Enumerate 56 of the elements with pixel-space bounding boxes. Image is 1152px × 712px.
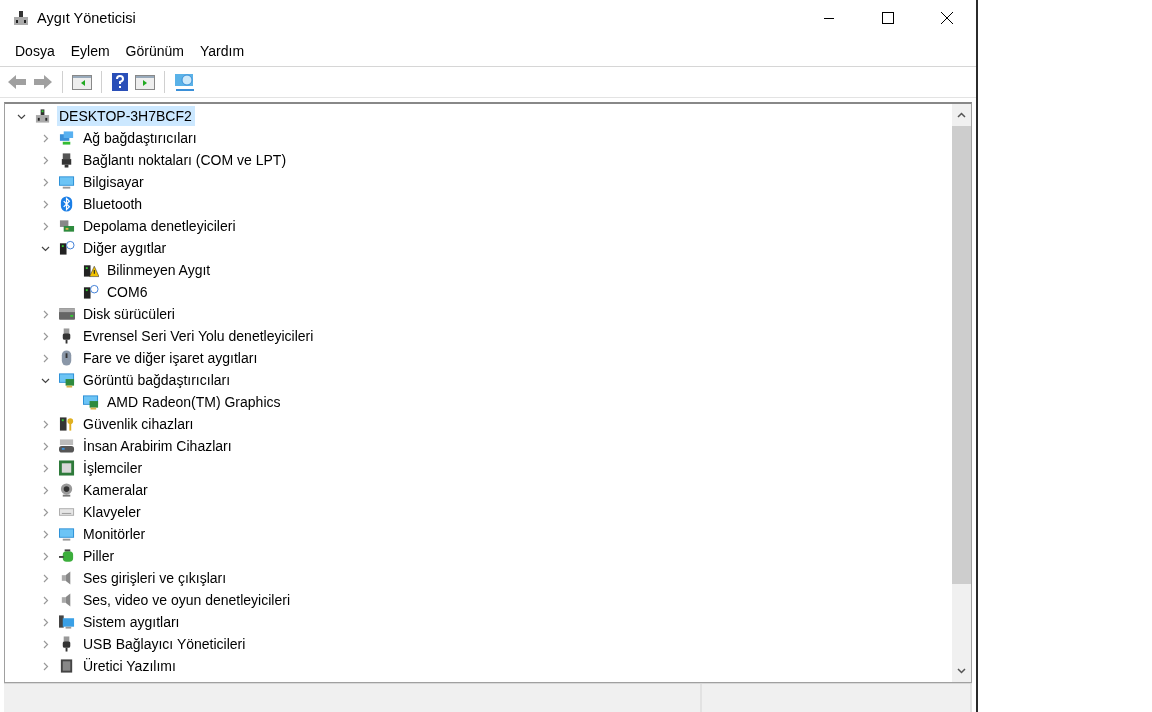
close-icon	[940, 12, 953, 24]
tree-item[interactable]: Diğer aygıtlar	[81, 238, 170, 258]
display-adapter-icon	[83, 394, 99, 410]
tree-item[interactable]: Monitörler	[81, 524, 149, 544]
battery-plug-icon	[59, 548, 75, 564]
app-icon	[13, 10, 29, 26]
vertical-scrollbar[interactable]	[952, 104, 971, 682]
chip-icon	[59, 460, 75, 476]
tree-item[interactable]: DESKTOP-3H7BCF2	[57, 106, 195, 126]
bluetooth-icon	[59, 196, 75, 212]
maximize-icon	[881, 12, 894, 24]
tree-item[interactable]: Bilinmeyen Aygıt	[105, 260, 214, 280]
tree-item[interactable]: Kameralar	[81, 480, 151, 500]
tree-item[interactable]: İnsan Arabirim Cihazları	[81, 436, 235, 456]
monitor-icon	[59, 174, 75, 190]
scroll-down-icon[interactable]	[957, 668, 966, 674]
menu-item[interactable]: Görünüm	[117, 43, 192, 59]
tree-item[interactable]: COM6	[105, 282, 151, 302]
tree-item[interactable]: AMD Radeon(TM) Graphics	[105, 392, 284, 412]
tree-item[interactable]: Disk sürücüleri	[81, 304, 178, 324]
tree-item[interactable]: Piller	[81, 546, 118, 566]
menu-item[interactable]: Dosya	[7, 43, 63, 59]
scroll-up-icon[interactable]	[957, 112, 966, 118]
tree-item[interactable]: Güvenlik cihazları	[81, 414, 197, 434]
tree-item[interactable]: Bağlantı noktaları (COM ve LPT)	[81, 150, 290, 170]
chip-icon	[59, 658, 75, 674]
device-question-icon	[83, 284, 99, 300]
tree-item[interactable]: Bluetooth	[81, 194, 146, 214]
monitor-icon	[59, 526, 75, 542]
system-icon	[59, 614, 75, 630]
menu-item[interactable]: Yardım	[191, 43, 253, 59]
tree-item[interactable]: Klavyeler	[81, 502, 144, 522]
webcam-icon	[59, 482, 75, 498]
key-device-icon	[59, 416, 75, 432]
keyboard-gamepad-icon	[59, 438, 75, 454]
tree-item[interactable]: Fare ve diğer işaret aygıtları	[81, 348, 261, 368]
tree-item[interactable]: Ses girişleri ve çıkışları	[81, 568, 230, 588]
window-title: Aygıt Yöneticisi	[37, 10, 136, 26]
device-question-icon	[59, 240, 75, 256]
computer-icon	[35, 108, 51, 124]
tree-item[interactable]: Bilgisayar	[81, 172, 147, 192]
tree-item[interactable]: Sistem aygıtları	[81, 612, 183, 632]
display-adapter-icon	[59, 372, 75, 388]
tree-item[interactable]: Görüntü bağdaştırıcıları	[81, 370, 234, 390]
storage-icon	[59, 218, 75, 234]
device-warning-icon	[83, 262, 99, 278]
tree-item[interactable]: Evrensel Seri Veri Yolu denetleyicileri	[81, 326, 317, 346]
drive-icon	[59, 306, 75, 322]
tree-item[interactable]: Depolama denetleyicileri	[81, 216, 239, 236]
menu-item[interactable]: Eylem	[62, 43, 118, 59]
tree-item[interactable]: USB Bağlayıcı Yöneticileri	[81, 634, 249, 654]
tree-item[interactable]: Ses, video ve oyun denetleyicileri	[81, 590, 293, 610]
tree-item[interactable]: Ağ bağdaştırıcıları	[81, 128, 200, 148]
tree-item[interactable]: İşlemciler	[81, 458, 146, 478]
tree-item[interactable]: Üretici Yazılımı	[81, 656, 179, 676]
network-icon	[59, 130, 75, 146]
